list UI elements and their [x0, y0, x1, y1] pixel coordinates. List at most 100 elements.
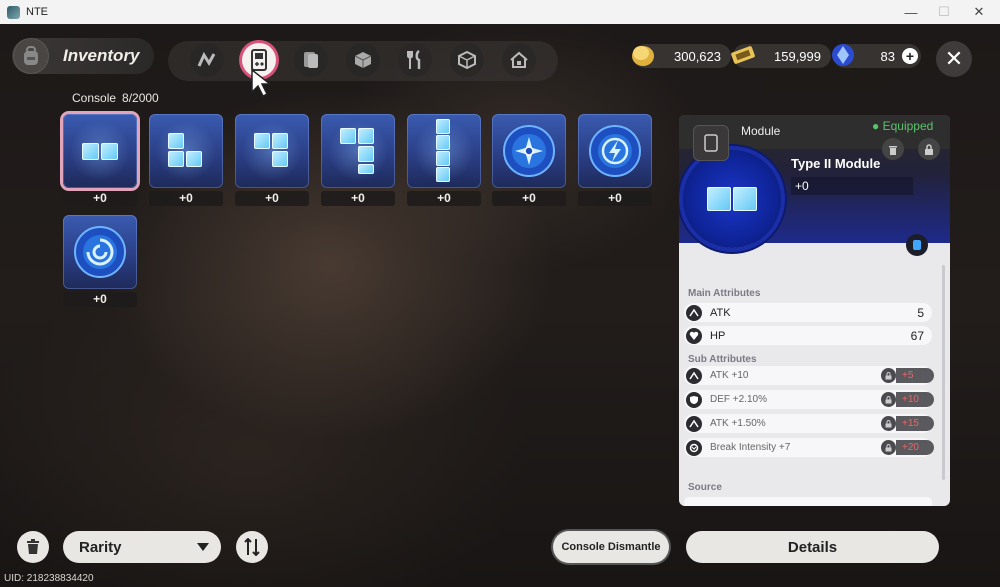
main-attribute-row: HP 67: [684, 326, 932, 345]
lock-icon[interactable]: [881, 440, 896, 455]
tab-box[interactable]: [346, 43, 380, 77]
panel-category-label: Module: [741, 124, 781, 138]
item-level: +0: [407, 191, 481, 206]
module-item[interactable]: [63, 215, 137, 289]
details-button[interactable]: Details: [686, 531, 939, 563]
module-item[interactable]: [578, 114, 652, 188]
attribute-name: HP: [710, 329, 726, 342]
cards-icon: [304, 52, 318, 68]
ticket-icon: [731, 46, 755, 64]
window-titlebar: NTE — ☐ ✕: [0, 0, 1000, 24]
sub-attribute-row: Break Intensity +7 +20: [684, 438, 934, 457]
module-item[interactable]: [149, 114, 223, 188]
attribute-name: Break Intensity +7: [710, 442, 791, 453]
close-inventory-button[interactable]: ✕: [936, 41, 972, 77]
sort-label: Rarity: [79, 538, 122, 556]
item-level: +0: [235, 191, 309, 206]
ticket-amount: 159,999: [774, 48, 821, 64]
nodes-icon: [197, 51, 216, 67]
app-icon: [7, 5, 20, 19]
module-detail-panel: Module ● Equipped Type II Module +0 Main…: [679, 115, 950, 506]
tab-food[interactable]: [398, 43, 432, 77]
module-item[interactable]: [63, 114, 137, 188]
lock-icon[interactable]: [881, 416, 896, 431]
lock-icon[interactable]: [881, 368, 896, 383]
sub-attribute-row: ATK +1.50% +15: [684, 414, 934, 433]
lock-toggle-button[interactable]: [918, 138, 940, 160]
close-window-button[interactable]: ✕: [956, 0, 1000, 24]
sort-arrows-icon: [244, 538, 260, 556]
console-label: Console: [72, 91, 117, 105]
item-level: +0: [578, 191, 652, 206]
sort-order-button[interactable]: [236, 531, 268, 563]
equip-swap-button[interactable]: [906, 234, 928, 256]
console-module-icon: [693, 125, 729, 161]
main-attributes-title: Main Attributes: [688, 288, 761, 299]
sub-attributes-title: Sub Attributes: [688, 354, 757, 365]
lock-icon[interactable]: [881, 392, 896, 407]
item-level: +0: [149, 191, 223, 206]
console-count-label: Console 8/2000: [72, 91, 165, 105]
gold-amount: 300,623: [674, 48, 721, 64]
attribute-name: ATK +10: [710, 370, 749, 381]
compass-disc-icon: [503, 125, 555, 177]
add-crystal-button[interactable]: +: [902, 48, 918, 64]
trash-toggle-button[interactable]: [882, 138, 904, 160]
panel-scrollbar[interactable]: [942, 265, 945, 480]
trash-icon: [889, 145, 897, 155]
upgrade-bonus: +20: [896, 440, 934, 455]
block-shape: [707, 187, 731, 211]
module-item[interactable]: [492, 114, 566, 188]
currency-crystal: 83 +: [832, 44, 921, 68]
page-title: Inventory: [63, 46, 140, 65]
game-viewport: Inventory 300,623 159,999 83 + ✕ Console…: [0, 24, 1000, 587]
cube-icon: [458, 51, 476, 69]
tab-nodes[interactable]: [190, 43, 224, 77]
item-level: +0: [492, 191, 566, 206]
console-dismantle-button[interactable]: Console Dismantle: [553, 531, 669, 563]
category-tabs: [168, 41, 558, 81]
break-icon: [686, 439, 702, 456]
attribute-name: DEF +2.10%: [710, 394, 767, 405]
upgrade-bonus: +10: [896, 392, 934, 407]
trash-icon: [27, 539, 39, 554]
block-shape: [82, 143, 99, 160]
tab-cube[interactable]: [450, 43, 484, 77]
module-item[interactable]: [407, 114, 481, 188]
tab-home[interactable]: [502, 43, 536, 77]
item-level: +0: [63, 292, 137, 307]
upgrade-bonus: +5: [896, 368, 934, 383]
module-level: +0: [791, 177, 913, 195]
attribute-name: ATK +1.50%: [710, 418, 766, 429]
lock-icon: [925, 143, 933, 155]
equipped-status: ● Equipped: [872, 119, 934, 133]
currency-gold: 300,623: [632, 44, 731, 68]
box-icon: [354, 52, 372, 68]
swap-icon: [913, 240, 921, 250]
hp-icon: [686, 327, 702, 344]
attribute-name: ATK: [710, 306, 731, 319]
module-emblem: [683, 150, 781, 248]
atk-icon: [686, 304, 702, 321]
mouse-cursor-icon: [251, 68, 273, 98]
item-level: +0: [321, 191, 395, 206]
attribute-value: 67: [910, 328, 924, 343]
trash-button[interactable]: [17, 531, 49, 563]
console-count: 8/2000: [122, 91, 159, 105]
module-item[interactable]: [235, 114, 309, 188]
dropdown-caret-icon: [197, 543, 209, 551]
swirl-disc-icon: [74, 226, 126, 278]
inventory-header: Inventory: [12, 38, 154, 74]
module-name: Type II Module: [791, 156, 881, 171]
upgrade-bonus: +15: [896, 416, 934, 431]
atk-icon: [686, 367, 702, 384]
module-item[interactable]: [321, 114, 395, 188]
sort-rarity-dropdown[interactable]: Rarity: [63, 531, 221, 563]
atk-icon: [686, 415, 702, 432]
tab-cards[interactable]: [294, 43, 328, 77]
fork-knife-icon: [407, 50, 421, 69]
currency-ticket: 159,999: [731, 44, 831, 68]
bolt-disc-icon: [589, 125, 641, 177]
block-shape: [733, 187, 757, 211]
user-id: UID: 218238834420: [4, 573, 94, 584]
